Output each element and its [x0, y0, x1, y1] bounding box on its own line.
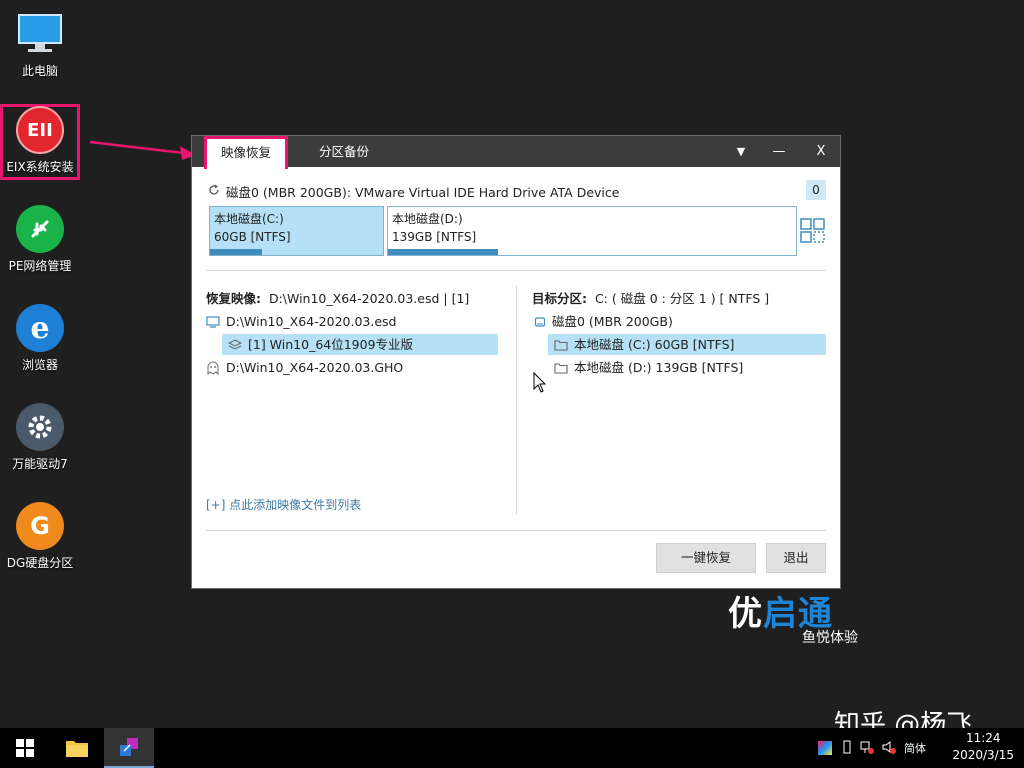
tree-item-label: 本地磁盘 (C:) 60GB [NTFS]: [574, 337, 735, 352]
network-leaf-icon: [16, 205, 64, 253]
desktop-icon-label: DG硬盘分区: [6, 556, 74, 570]
clock-time: 11:24: [965, 731, 1001, 745]
heading-label: 恢复映像:: [206, 291, 261, 306]
volume-icon[interactable]: [882, 740, 896, 757]
app-switch-icon: [120, 738, 138, 756]
target-partition-heading: 目标分区: C: ( 磁盘 0 : 分区 1 ) [ NTFS ]: [532, 288, 769, 307]
desktop-icon-label: 万能驱动7: [12, 457, 68, 471]
disk-header-text: 磁盘0 (MBR 200GB): VMware Virtual IDE Hard…: [226, 185, 620, 200]
gear-icon: [16, 403, 64, 451]
image-file-esd[interactable]: D:\Win10_X64-2020.03.esd: [206, 311, 498, 332]
dropdown-menu-button[interactable]: ▼: [726, 136, 756, 167]
divider: [516, 286, 517, 514]
folder-icon: [554, 362, 568, 374]
logo-part: 优: [728, 594, 763, 634]
ghost-icon: [206, 361, 220, 375]
heading-label: 目标分区:: [532, 291, 587, 306]
eix-logo-icon: EII: [16, 106, 64, 154]
disk-header: 磁盘0 (MBR 200GB): VMware Virtual IDE Hard…: [208, 182, 619, 201]
image-restore-window: 映像恢复 分区备份 ▼ — X 磁盘0 (MBR 200GB): VMware …: [191, 135, 841, 589]
refresh-icon[interactable]: [208, 184, 220, 199]
partition-d-node[interactable]: 本地磁盘 (D:) 139GB [NTFS]: [548, 357, 826, 378]
usage-bar: [388, 249, 499, 255]
minimize-button[interactable]: —: [764, 136, 794, 167]
file-explorer-button[interactable]: [52, 728, 102, 768]
layout-grid-icon[interactable]: [800, 218, 826, 247]
desktop-icon-pe-network[interactable]: PE网络管理: [0, 205, 80, 274]
tree-item-label: 磁盘0 (MBR 200GB): [552, 314, 673, 329]
layers-icon: [228, 338, 242, 351]
add-image-link[interactable]: [+] 点此添加映像文件到列表: [206, 496, 361, 513]
color-app-icon[interactable]: [818, 741, 832, 755]
tab-partition-backup[interactable]: 分区备份: [305, 136, 383, 167]
clock-date: 2020/3/15: [952, 748, 1014, 762]
image-index-1[interactable]: [1] Win10_64位1909专业版: [222, 334, 498, 355]
partition-c-node[interactable]: 本地磁盘 (C:) 60GB [NTFS]: [548, 334, 826, 355]
image-file-gho[interactable]: D:\Win10_X64-2020.03.GHO: [206, 357, 498, 378]
clock[interactable]: 11:24 2020/3/15: [952, 730, 1014, 764]
usb-icon[interactable]: [842, 740, 852, 757]
partition-info: 139GB [NTFS]: [392, 230, 477, 244]
monitor-icon: [206, 315, 220, 328]
partition-info: 60GB [NTFS]: [214, 230, 291, 244]
network-icon[interactable]: [860, 740, 874, 757]
desktop-icon-label: 浏览器: [21, 358, 58, 372]
desktop-icon-label: PE网络管理: [8, 259, 72, 273]
desktop-icon-eix-install[interactable]: EII EIX系统安装: [0, 106, 80, 175]
close-button[interactable]: X: [806, 136, 836, 167]
mouse-cursor-icon: [533, 372, 547, 393]
disk-icon: [534, 316, 546, 328]
system-tray: 简体: [818, 728, 926, 768]
partition-name: 本地磁盘(D:): [392, 212, 463, 226]
window-titlebar[interactable]: 映像恢复 分区备份 ▼ — X: [192, 136, 840, 169]
one-click-restore-button[interactable]: 一键恢复: [656, 543, 756, 573]
tree-item-label: D:\Win10_X64-2020.03.esd: [226, 314, 397, 329]
partition-c[interactable]: 本地磁盘(C:) 60GB [NTFS]: [209, 206, 384, 256]
start-button[interactable]: [0, 728, 50, 768]
desktop-icon-browser[interactable]: e 浏览器: [0, 304, 80, 373]
partition-d[interactable]: 本地磁盘(D:) 139GB [NTFS]: [387, 206, 797, 256]
ime-indicator[interactable]: 简体: [904, 740, 926, 756]
desktop-icon-driver[interactable]: 万能驱动7: [0, 403, 80, 472]
folder-icon: [66, 741, 88, 757]
tree-item-label: 本地磁盘 (D:) 139GB [NTFS]: [574, 360, 744, 375]
tab-image-restore[interactable]: 映像恢复: [204, 136, 289, 169]
heading-value: D:\Win10_X64-2020.03.esd | [1]: [268, 291, 470, 306]
heading-value: C: ( 磁盘 0 : 分区 1 ) [ NTFS ]: [594, 291, 770, 306]
tree-item-label: D:\Win10_X64-2020.03.GHO: [226, 360, 404, 375]
desktop-icon-this-pc[interactable]: 此电脑: [0, 10, 80, 79]
windows-logo-icon: [16, 739, 34, 757]
desktop-icon-label: EIX系统安装: [6, 160, 74, 174]
divider: [206, 530, 826, 531]
folder-icon: [554, 339, 568, 351]
disk-0-node[interactable]: 磁盘0 (MBR 200GB): [534, 311, 826, 332]
restore-image-heading: 恢复映像: D:\Win10_X64-2020.03.esd | [1]: [206, 288, 469, 307]
eix-taskbar-button[interactable]: [104, 728, 154, 768]
eix-logo-text: EII: [27, 119, 53, 141]
usage-bar: [210, 249, 262, 255]
divider: [206, 270, 826, 271]
desktop-icon-dg-partition[interactable]: G DG硬盘分区: [0, 502, 80, 571]
annotation-arrow-icon: [89, 140, 196, 160]
disk-index-badge: 0: [806, 180, 826, 200]
dg-logo-text: G: [30, 512, 50, 540]
exit-button[interactable]: 退出: [766, 543, 826, 573]
partition-name: 本地磁盘(C:): [214, 212, 284, 226]
browser-e-icon: e: [16, 304, 64, 352]
desktop-icon-label: 此电脑: [21, 64, 58, 78]
tree-item-label: [1] Win10_64位1909专业版: [248, 337, 414, 352]
taskbar: 简体 11:24 2020/3/15: [0, 728, 1024, 768]
dg-logo-icon: G: [16, 502, 64, 550]
watermark-subtitle: 鱼悦体验: [802, 630, 858, 646]
monitor-icon: [16, 10, 64, 58]
